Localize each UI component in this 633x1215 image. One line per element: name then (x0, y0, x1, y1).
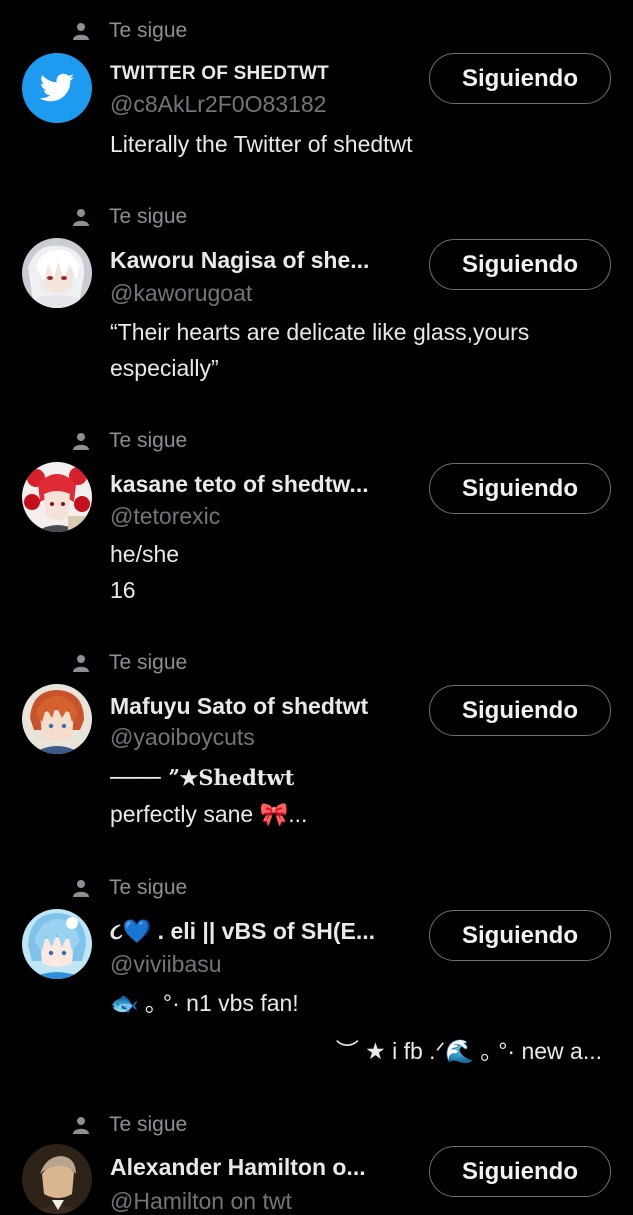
hamilton-portrait-avatar (22, 1144, 92, 1214)
person-icon (70, 877, 92, 899)
user-cell[interactable]: Te sigue Mafuyu Sato of shedtwt @yaoiboy… (0, 650, 633, 850)
user-handle[interactable]: @c8AkLr2F0O83182 (110, 91, 326, 118)
user-avatar[interactable] (22, 238, 92, 308)
user-avatar[interactable] (22, 53, 92, 123)
user-avatar[interactable] (22, 684, 92, 754)
following-button[interactable]: Siguiendo (429, 53, 611, 104)
bio-line: ──── ˮ★Shedtwt (110, 765, 295, 790)
user-display-name[interactable]: Kaworu Nagisa of she... (110, 247, 410, 274)
user-bio: “Their hearts are delicate like glass,yo… (110, 314, 611, 386)
person-icon (70, 20, 92, 42)
user-handle[interactable]: @viviibasu (110, 951, 222, 978)
user-handle[interactable]: @yaoiboycuts (110, 724, 255, 751)
following-button[interactable]: Siguiendo (429, 463, 611, 514)
anime-red-hair-avatar (22, 462, 92, 532)
bio-line: he/she (110, 541, 180, 567)
user-display-name[interactable]: Mafuyu Sato of shedtwt (110, 693, 410, 720)
user-bio: ──── ˮ★Shedtwt perfectly sane 🎀... (110, 760, 611, 832)
follows-you-indicator: Te sigue (70, 650, 187, 676)
user-handle[interactable]: @tetorexic (110, 503, 220, 530)
user-bio: he/she 16 (110, 536, 611, 608)
user-cell[interactable]: Te sigue kasane teto of shedtw... @tetor… (0, 428, 633, 628)
person-icon (70, 1114, 92, 1136)
follows-you-label: Te sigue (109, 651, 188, 674)
following-list: Te sigue TWITTER OF SHEDTWT @c8AkLr2F0O8… (0, 0, 633, 1214)
bio-line: 16 (110, 577, 136, 603)
follows-you-indicator: Te sigue (70, 204, 187, 230)
person-icon (70, 206, 92, 228)
follows-you-label: Te sigue (109, 205, 188, 228)
user-display-name[interactable]: ૮💙 . eli || vBS of SH(E... (110, 918, 410, 945)
follows-you-label: Te sigue (109, 429, 188, 452)
user-display-name[interactable]: Alexander Hamilton o... (110, 1154, 410, 1181)
user-bio: 🐟 ｡ °· n1 vbs fan! ︶ ★ i fb .ᐟ🌊 ｡ °· new… (110, 985, 611, 1069)
bio-line: ︶ ★ i fb .ᐟ🌊 ｡ °· new a... (335, 1038, 602, 1064)
user-display-name[interactable]: TWITTER OF SHEDTWT (110, 63, 410, 85)
user-handle[interactable]: @Hamilton on twt (110, 1188, 292, 1215)
user-bio: Literally the Twitter of shedtwt (110, 126, 611, 162)
bio-line: 🐟 ｡ °· n1 vbs fan! (110, 990, 299, 1016)
anime-blue-hair-avatar (22, 909, 92, 979)
user-display-name[interactable]: kasane teto of shedtw... (110, 471, 410, 498)
user-avatar[interactable] (22, 462, 92, 532)
following-button[interactable]: Siguiendo (429, 910, 611, 961)
user-avatar[interactable] (22, 909, 92, 979)
follows-you-indicator: Te sigue (70, 428, 187, 454)
user-handle[interactable]: @kaworugoat (110, 280, 252, 307)
anime-white-hair-avatar (22, 238, 92, 308)
follows-you-label: Te sigue (109, 876, 188, 899)
following-button[interactable]: Siguiendo (429, 1146, 611, 1197)
user-cell[interactable]: Te sigue TWITTER OF SHEDTWT @c8AkLr2F0O8… (0, 18, 633, 168)
bio-line: “Their hearts are delicate like glass,yo… (110, 319, 530, 345)
twitter-bird-avatar (22, 53, 92, 123)
user-cell[interactable]: Te sigue ૮💙 . eli || vBS of SH(E... @viv… (0, 875, 633, 1085)
user-cell[interactable]: Te sigue Kaworu Nagisa of she... @kaworu… (0, 204, 633, 404)
anime-orange-hair-avatar (22, 684, 92, 754)
bio-line: Literally the Twitter of shedtwt (110, 131, 413, 157)
user-cell[interactable]: Te sigue Alexander Hamilton o... @Hamilt… (0, 1112, 633, 1214)
person-icon (70, 430, 92, 452)
follows-you-label: Te sigue (109, 19, 188, 42)
follows-you-label: Te sigue (109, 1113, 188, 1136)
user-avatar[interactable] (22, 1144, 92, 1214)
follows-you-indicator: Te sigue (70, 18, 187, 44)
person-icon (70, 652, 92, 674)
follows-you-indicator: Te sigue (70, 1112, 187, 1138)
bio-line: especially” (110, 355, 219, 381)
bio-line: perfectly sane 🎀... (110, 801, 308, 827)
following-button[interactable]: Siguiendo (429, 685, 611, 736)
follows-you-indicator: Te sigue (70, 875, 187, 901)
following-button[interactable]: Siguiendo (429, 239, 611, 290)
